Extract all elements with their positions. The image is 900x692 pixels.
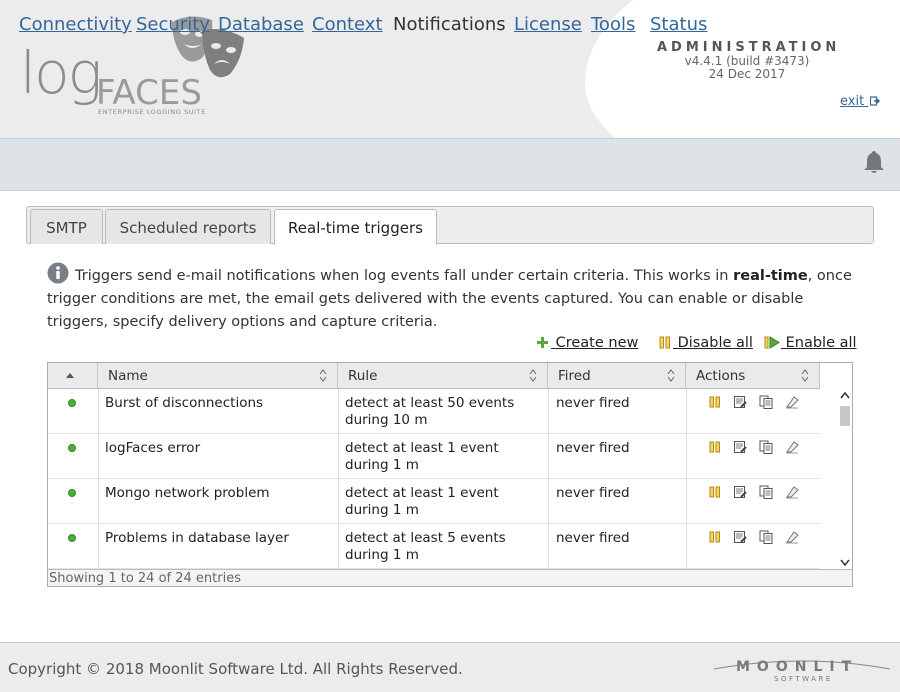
exit-label: exit <box>840 94 865 109</box>
trigger-name: Burst of disconnections <box>105 395 264 411</box>
table-row[interactable]: Problems in database layer detect at lea… <box>48 524 820 569</box>
actions-column-label: Actions <box>696 368 746 384</box>
status-dot <box>68 534 76 542</box>
trigger-fired: never fired <box>556 395 630 411</box>
status-dot <box>68 444 76 452</box>
nav-connectivity[interactable]: Connectivity <box>19 14 132 35</box>
nav-notifications[interactable]: Notifications <box>393 14 506 35</box>
pause-icon[interactable] <box>708 440 722 454</box>
copy-icon[interactable] <box>759 485 773 499</box>
tab-smtp[interactable]: SMTP <box>30 209 103 244</box>
tab-scheduled-reports[interactable]: Scheduled reports <box>105 209 271 244</box>
table-row[interactable]: Mongo network problem detect at least 1 … <box>48 479 820 524</box>
build-date: 24 Dec 2017 <box>708 67 786 81</box>
sort-icon <box>801 369 809 382</box>
create-new-label: Create new <box>555 335 639 351</box>
disable-all-link[interactable]: Disable all <box>673 335 753 351</box>
table-header: Name Rule Fired Actions <box>48 363 820 389</box>
actions-column-header[interactable]: Actions <box>686 363 820 389</box>
logo-log-text: log <box>20 39 102 107</box>
sort-icon <box>529 369 537 382</box>
play-icon <box>764 336 780 349</box>
admin-title: ADMINISTRATION <box>657 40 841 55</box>
info-text-bold: real-time <box>733 268 808 284</box>
sort-icon <box>667 369 675 382</box>
nav-database[interactable]: Database <box>218 14 304 35</box>
table-row[interactable]: logFaces error detect at least 1 event du… <box>48 434 820 479</box>
edit-icon[interactable] <box>733 530 747 544</box>
trigger-fired: never fired <box>556 440 630 456</box>
info-icon <box>47 262 69 284</box>
nav-context[interactable]: Context <box>312 14 383 35</box>
plus-icon <box>537 337 548 348</box>
exit-icon <box>870 96 881 106</box>
status-dot <box>68 399 76 407</box>
pause-icon[interactable] <box>708 530 722 544</box>
info-text-before: Triggers send e-mail notifications when … <box>75 268 734 284</box>
trigger-fired: never fired <box>556 530 630 546</box>
svg-text:MOONLIT: MOONLIT <box>736 659 858 675</box>
table-scrollbar[interactable] <box>838 389 852 569</box>
bell-icon[interactable] <box>862 150 886 176</box>
create-new-link[interactable]: Create new <box>551 335 639 351</box>
svg-text:SOFTWARE: SOFTWARE <box>774 675 833 683</box>
eraser-icon[interactable] <box>785 440 799 454</box>
status-dot <box>68 489 76 497</box>
name-column-header[interactable]: Name <box>98 363 338 389</box>
rule-column-header[interactable]: Rule <box>338 363 548 389</box>
tab-real-time-triggers[interactable]: Real-time triggers <box>274 209 437 245</box>
nav-security[interactable]: Security <box>136 14 210 35</box>
name-column-label: Name <box>108 368 148 384</box>
eraser-icon[interactable] <box>785 530 799 544</box>
info-text: Triggers send e-mail notifications when … <box>47 262 862 334</box>
sort-icon <box>319 369 327 382</box>
nav-status[interactable]: Status <box>650 14 707 35</box>
copy-icon[interactable] <box>759 440 773 454</box>
trigger-name: Mongo network problem <box>105 485 270 501</box>
pause-icon[interactable] <box>708 485 722 499</box>
trigger-name: Problems in database layer <box>105 530 289 546</box>
enable-all-label: Enable all <box>785 335 857 351</box>
logo-subtitle: ENTERPRISE LOGGING SUITE <box>98 108 206 116</box>
pause-icon <box>659 336 670 349</box>
nav-license[interactable]: License <box>514 14 582 35</box>
nav-tools[interactable]: Tools <box>591 14 635 35</box>
trigger-rule: detect at least 50 events during 10 m <box>345 395 515 428</box>
edit-icon[interactable] <box>733 485 747 499</box>
sort-up-icon <box>66 373 74 378</box>
trigger-rule: detect at least 5 events during 1 m <box>345 530 506 563</box>
table-row[interactable]: Burst of disconnections detect at least … <box>48 389 820 434</box>
trigger-fired: never fired <box>556 485 630 501</box>
pause-icon[interactable] <box>708 395 722 409</box>
trigger-name: logFaces error <box>105 440 201 456</box>
copy-icon[interactable] <box>759 530 773 544</box>
moonlit-logo: MOONLIT SOFTWARE <box>713 659 891 683</box>
eraser-icon[interactable] <box>785 485 799 499</box>
fired-column-header[interactable]: Fired <box>548 363 686 389</box>
fired-column-label: Fired <box>558 368 591 384</box>
main-nav <box>0 138 900 191</box>
disable-all-label: Disable all <box>677 335 753 351</box>
rule-column-label: Rule <box>348 368 378 384</box>
page-footer: Copyright © 2018 Moonlit Software Ltd. A… <box>0 642 900 692</box>
triggers-table: Name Rule Fired Actions Burst of disconn… <box>47 362 853 587</box>
eraser-icon[interactable] <box>785 395 799 409</box>
trigger-rule: detect at least 1 event during 1 m <box>345 440 499 473</box>
admin-info: ADMINISTRATION v4.4.1 (build #3473) 24 D… <box>637 40 837 81</box>
copyright-text: Copyright © 2018 Moonlit Software Ltd. A… <box>8 660 463 678</box>
enable-all-link[interactable]: Enable all <box>781 335 857 351</box>
status-column-header[interactable] <box>48 363 98 389</box>
edit-icon[interactable] <box>733 440 747 454</box>
exit-link[interactable]: exit <box>840 94 881 109</box>
copy-icon[interactable] <box>759 395 773 409</box>
trigger-rule: detect at least 1 event during 1 m <box>345 485 499 518</box>
table-info: Showing 1 to 24 of 24 entries <box>48 569 852 586</box>
edit-icon[interactable] <box>733 395 747 409</box>
